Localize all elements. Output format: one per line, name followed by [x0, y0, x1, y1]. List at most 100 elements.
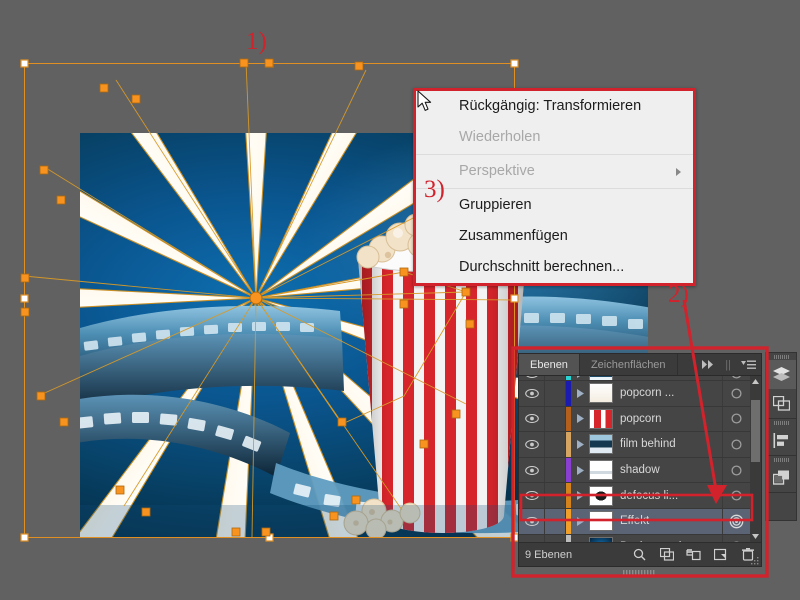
canvas-context-menu[interactable]: Rückgängig: Transformieren Wiederholen P… — [413, 88, 696, 286]
layer-target-circle-icon[interactable] — [722, 508, 749, 534]
locate-object-icon[interactable] — [626, 548, 653, 561]
layer-lock-toggle[interactable] — [544, 508, 566, 534]
annotation-step-1: 1) — [246, 28, 267, 55]
layer-name-label: popcorn — [620, 412, 662, 425]
create-sublayer-icon[interactable] — [680, 548, 707, 561]
layer-thumbnail — [589, 511, 613, 532]
layer-lock-toggle[interactable] — [544, 376, 566, 380]
layer-expand-arrow-icon[interactable] — [571, 376, 589, 378]
layer-target-circle-icon[interactable] — [722, 381, 749, 406]
dock-group-grip[interactable] — [766, 419, 796, 426]
layer-thumbnail — [589, 408, 613, 429]
layer-visibility-eye-icon[interactable] — [519, 465, 544, 475]
layer-lock-toggle[interactable] — [544, 406, 566, 432]
menu-item-label: Gruppieren — [459, 197, 532, 213]
layer-target-circle-icon[interactable] — [722, 457, 749, 483]
make-clipping-mask-icon[interactable] — [653, 548, 680, 561]
menu-item-label: Rückgängig: Transformieren — [459, 98, 642, 114]
screen: Rückgängig: Transformieren Wiederholen P… — [0, 0, 800, 600]
layer-row[interactable]: film behind — [519, 432, 761, 458]
layer-thumbnail — [589, 434, 613, 455]
layer-visibility-eye-icon[interactable] — [519, 516, 544, 526]
layer-row[interactable]: popcorn ... — [519, 381, 761, 407]
layer-lock-toggle[interactable] — [544, 457, 566, 483]
layer-row[interactable]: Background — [519, 534, 761, 542]
menu-item-label: Wiederholen — [459, 129, 541, 145]
layer-name-label: Background — [620, 541, 722, 542]
layer-visibility-eye-icon[interactable] — [519, 388, 544, 398]
menu-item-join[interactable]: Zusammenfügen — [416, 221, 693, 252]
artboards-icon[interactable] — [766, 389, 796, 418]
collapse-double-arrow-icon[interactable] — [697, 354, 720, 375]
layer-expand-arrow-icon[interactable] — [571, 414, 589, 424]
create-new-layer-icon[interactable] — [707, 548, 734, 561]
menu-item-label: Durchschnitt berechnen... — [459, 259, 625, 275]
layer-row[interactable]: shadow — [519, 457, 761, 484]
pathfinder-icon[interactable] — [766, 463, 796, 492]
layer-row[interactable]: Effekt — [519, 508, 761, 535]
layer-expand-arrow-icon[interactable] — [571, 439, 589, 449]
layer-thumbnail — [589, 485, 613, 506]
tabs-filler — [678, 354, 698, 375]
tab-zeichenflaechen[interactable]: Zeichenflächen — [580, 354, 678, 375]
layer-target-circle-icon[interactable] — [722, 432, 749, 457]
layer-lock-toggle[interactable] — [544, 381, 566, 406]
layer-thumbnail — [589, 536, 613, 542]
dock-group-grip[interactable] — [766, 353, 796, 360]
layer-row[interactable]: defocus li... — [519, 483, 761, 509]
layer-name-label: shadow — [620, 464, 660, 477]
layer-target-circle-icon[interactable] — [722, 534, 749, 542]
layer-visibility-eye-icon[interactable] — [519, 376, 544, 378]
layer-lock-toggle[interactable] — [544, 534, 566, 542]
layer-thumbnail — [589, 460, 613, 481]
layer-visibility-eye-icon[interactable] — [519, 414, 544, 424]
layer-name-label: film behind — [620, 438, 676, 451]
scrollbar-thumb[interactable] — [751, 400, 760, 462]
layer-expand-arrow-icon[interactable] — [571, 516, 589, 526]
layer-lock-toggle[interactable] — [544, 432, 566, 457]
layers-panel[interactable]: Ebenen Zeichenflächen || film front popco… — [518, 353, 762, 576]
layers-panel-tabs[interactable]: Ebenen Zeichenflächen || — [519, 354, 761, 376]
menu-item-undo-transform[interactable]: Rückgängig: Transformieren — [416, 91, 693, 122]
layer-visibility-eye-icon[interactable] — [519, 439, 544, 449]
menu-item-label: Perspektive — [459, 163, 535, 179]
menu-item-average[interactable]: Durchschnitt berechnen... — [416, 252, 693, 283]
align-icon[interactable] — [766, 426, 796, 455]
layer-visibility-eye-icon[interactable] — [519, 491, 544, 501]
menu-item-group[interactable]: Gruppieren — [416, 190, 693, 221]
layer-thumbnail — [589, 383, 613, 404]
dock-group-grip[interactable] — [766, 456, 796, 463]
layer-name-label: defocus li... — [620, 489, 679, 502]
layer-color-swatch — [566, 534, 571, 542]
scroll-down-arrow-icon[interactable] — [750, 531, 761, 542]
layer-target-circle-icon[interactable] — [722, 483, 749, 508]
dock-group-pathfinder — [766, 456, 796, 493]
layer-target-circle-icon[interactable] — [722, 376, 749, 380]
menu-item-perspective: Perspektive — [416, 156, 693, 187]
dock-group-align — [766, 419, 796, 456]
layers-panel-footer: 9 Ebenen — [519, 542, 761, 566]
panel-resize-grip[interactable] — [751, 556, 759, 565]
layers-stack-icon[interactable] — [766, 360, 796, 389]
layer-target-circle-icon[interactable] — [722, 406, 749, 432]
layers-scrollbar[interactable] — [750, 376, 761, 542]
layer-name-label: Effekt — [620, 515, 650, 528]
layer-expand-arrow-icon[interactable] — [571, 388, 589, 398]
dock-group-layers — [766, 353, 796, 419]
submenu-arrow-icon — [676, 167, 681, 176]
layer-expand-arrow-icon[interactable] — [571, 465, 589, 475]
tab-ebenen[interactable]: Ebenen — [519, 354, 580, 375]
menu-separator — [416, 188, 693, 189]
panel-drag-grip[interactable] — [623, 567, 657, 576]
layer-lock-toggle[interactable] — [544, 483, 566, 508]
right-icon-dock[interactable] — [765, 352, 797, 521]
scroll-up-arrow-icon[interactable] — [750, 376, 761, 387]
layer-row[interactable]: popcorn — [519, 406, 761, 433]
panel-menu-icon[interactable] — [736, 354, 761, 375]
layer-count-label: 9 Ebenen — [525, 548, 573, 561]
layer-name-label: popcorn ... — [620, 387, 675, 400]
layer-expand-arrow-icon[interactable] — [571, 491, 589, 501]
menu-item-redo: Wiederholen — [416, 122, 693, 153]
layers-list[interactable]: film front popcorn ... popcorn film behind s… — [519, 376, 761, 542]
layer-name-label: film front — [620, 376, 722, 379]
